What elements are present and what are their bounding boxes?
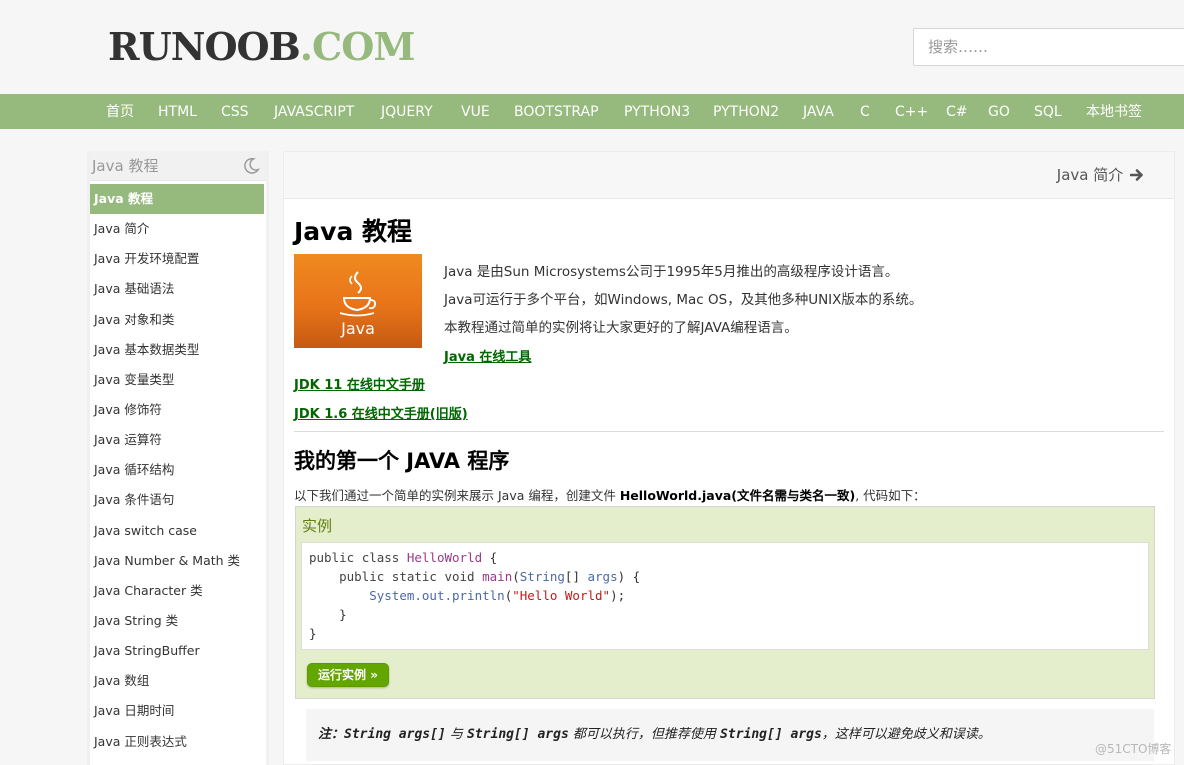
run-example-button[interactable]: 运行实例 »: [307, 663, 389, 687]
java-cup-icon: Java: [339, 271, 377, 338]
page-title: Java 教程: [294, 217, 413, 246]
java-logo-image: Java: [294, 254, 422, 348]
sidebar-item[interactable]: Java 正则表达式: [90, 727, 266, 757]
example-title: 实例: [302, 517, 333, 535]
sidebar-title: Java 教程: [92, 157, 159, 175]
java-online-tool-link[interactable]: Java 在线工具: [444, 346, 531, 365]
nav-item-sql[interactable]: SQL: [1034, 94, 1062, 129]
nav-item-javascript[interactable]: JAVASCRIPT: [274, 94, 354, 129]
sidebar-item[interactable]: Java 日期时间: [90, 696, 266, 726]
nav-item-c[interactable]: C: [860, 94, 870, 129]
sidebar-item[interactable]: Java String 类: [90, 606, 266, 636]
example-box: 实例 public class HelloWorld { public stat…: [295, 506, 1155, 699]
svg-text:Java: Java: [340, 319, 375, 338]
nav-item-csharp[interactable]: C#: [946, 94, 968, 129]
sidebar-item[interactable]: Java switch case: [90, 516, 266, 546]
nav-item-go[interactable]: GO: [988, 94, 1010, 129]
nav-item-html[interactable]: HTML: [158, 94, 197, 129]
intro-line-3: 本教程通过简单的实例将让大家更好的了解JAVA编程语言。: [444, 320, 798, 336]
intro-line-2: Java可运行于多个平台，如Windows, Mac OS，及其他多种UNIX版…: [444, 292, 923, 308]
main-content: Java 简介 Java 教程 Java Java 是由Sun Microsys…: [283, 151, 1175, 765]
site-header: RUNOOB.COM: [0, 0, 1184, 94]
next-page-link[interactable]: Java 简介: [1057, 165, 1144, 185]
sidebar-item[interactable]: Java Character 类: [90, 576, 266, 606]
sidebar-item[interactable]: Java 基本数据类型: [90, 335, 266, 365]
site-logo[interactable]: RUNOOB.COM: [108, 24, 416, 70]
sidebar-item[interactable]: Java 简介: [90, 214, 266, 244]
logo-text-com: .COM: [299, 24, 416, 69]
nav-item-vue[interactable]: VUE: [461, 94, 490, 129]
sidebar-item[interactable]: Java 基础语法: [90, 274, 266, 304]
nav-item-bookmarks[interactable]: 本地书签: [1086, 94, 1142, 129]
sidebar-list: Java 教程 Java 简介 Java 开发环境配置 Java 基础语法 Java 对…: [90, 184, 266, 757]
main-top-bar: Java 简介: [284, 152, 1174, 199]
sidebar-item[interactable]: Java 运算符: [90, 425, 266, 455]
nav-item-python2[interactable]: PYTHON2: [713, 94, 779, 129]
next-page-label: Java 简介: [1056, 166, 1124, 184]
divider: [294, 431, 1164, 432]
nav-item-cpp[interactable]: C++: [895, 94, 928, 129]
code-block[interactable]: public class HelloWorld { public static …: [301, 542, 1149, 650]
sidebar-item[interactable]: Java 条件语句: [90, 485, 266, 515]
section-lead: 以下我们通过一个简单的实例来展示 Java 编程，创建文件 HelloWorld…: [294, 488, 926, 503]
dark-mode-moon-icon[interactable]: [242, 157, 260, 175]
logo-text-main: RUNOOB: [108, 24, 301, 69]
sidebar-item[interactable]: Java 修饰符: [90, 395, 266, 425]
jdk16-manual-link[interactable]: JDK 1.6 在线中文手册(旧版): [294, 403, 468, 422]
watermark: @51CTO博客: [1095, 742, 1172, 756]
intro-line-1: Java 是由Sun Microsystems公司于1995年5月推出的高级程序…: [444, 264, 899, 280]
nav-item-java[interactable]: JAVA: [803, 94, 834, 129]
nav-item-python3[interactable]: PYTHON3: [624, 94, 690, 129]
jdk11-manual-link[interactable]: JDK 11 在线中文手册: [294, 374, 425, 393]
sidebar-item[interactable]: Java 对象和类: [90, 305, 266, 335]
note-box: 注：String args[] 与 String[] args 都可以执行，但推…: [306, 709, 1154, 761]
sidebar-item[interactable]: Java Number & Math 类: [90, 546, 266, 576]
nav-item-bootstrap[interactable]: BOOTSTRAP: [514, 94, 599, 129]
sidebar-item[interactable]: Java 开发环境配置: [90, 244, 266, 274]
arrow-right-icon: [1129, 169, 1143, 181]
sidebar-header: Java 教程: [90, 151, 266, 181]
sidebar-item[interactable]: Java 变量类型: [90, 365, 266, 395]
sidebar-item[interactable]: Java 循环结构: [90, 455, 266, 485]
sidebar-item[interactable]: Java 教程: [90, 184, 264, 215]
sidebar-item[interactable]: Java StringBuffer: [90, 636, 266, 666]
nav-item-jquery[interactable]: JQUERY: [381, 94, 433, 129]
search-input[interactable]: [913, 28, 1184, 66]
top-nav: 首页 HTML CSS JAVASCRIPT JQUERY VUE BOOTST…: [0, 94, 1184, 129]
sidebar-item[interactable]: Java 数组: [90, 666, 266, 696]
sidebar: Java 教程 Java 教程 Java 简介 Java 开发环境配置 Java 基础…: [87, 151, 269, 765]
nav-item-home[interactable]: 首页: [106, 94, 134, 129]
section-title: 我的第一个 JAVA 程序: [294, 449, 510, 473]
nav-item-css[interactable]: CSS: [221, 94, 249, 129]
